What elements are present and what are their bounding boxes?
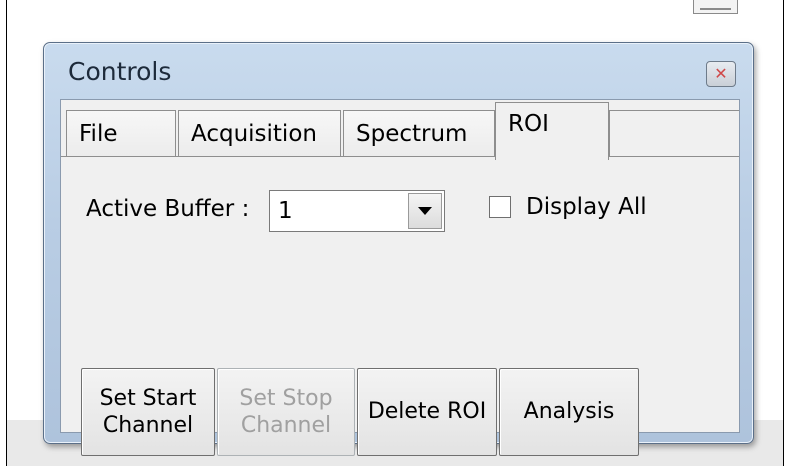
active-buffer-select[interactable]: 1: [269, 190, 445, 232]
set-stop-channel-button[interactable]: Set Stop Channel: [217, 368, 355, 456]
active-buffer-dropdown-button[interactable]: [408, 193, 442, 229]
active-buffer-label: Active Buffer :: [86, 196, 250, 222]
background-window-edge: [693, 0, 738, 14]
controls-client-area: File Acquisition Spectrum ROI Active Buf…: [60, 99, 740, 456]
window-title: Controls: [68, 57, 172, 86]
tab-spectrum[interactable]: Spectrum: [343, 110, 495, 156]
tab-strip: File Acquisition Spectrum ROI: [61, 100, 739, 164]
close-button[interactable]: ✕: [706, 61, 736, 87]
chevron-down-icon: [418, 206, 432, 215]
tab-roi[interactable]: ROI: [495, 102, 609, 160]
tab-file[interactable]: File: [66, 110, 176, 156]
delete-roi-button[interactable]: Delete ROI: [357, 368, 497, 456]
active-buffer-value: 1: [278, 198, 293, 224]
tab-acquisition[interactable]: Acquisition: [178, 110, 341, 156]
display-all-label[interactable]: Display All: [526, 194, 647, 220]
tab-strip-baseline: [61, 156, 739, 157]
analysis-button[interactable]: Analysis: [499, 368, 639, 456]
set-start-channel-button[interactable]: Set Start Channel: [81, 368, 215, 456]
close-icon: ✕: [714, 64, 728, 83]
controls-window: Controls ✕ File Acquisition Spectrum ROI…: [43, 42, 754, 456]
tab-strip-filler: [609, 110, 739, 156]
display-all-checkbox[interactable]: [489, 196, 511, 218]
